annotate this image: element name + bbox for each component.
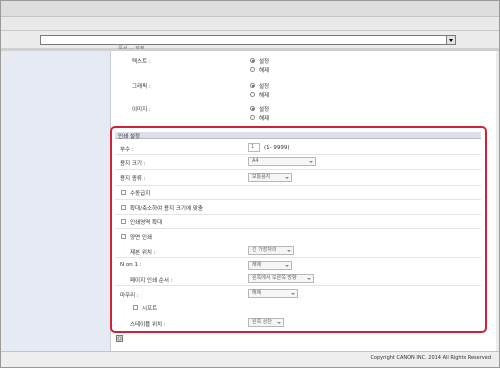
text-label: 텍스트 : <box>132 59 151 65</box>
paper-type-label: 용지 종류 : <box>120 176 146 182</box>
row-divider <box>115 257 481 258</box>
page-order-select[interactable]: 왼쪽에서 오른쪽 방향 <box>248 274 314 283</box>
enlarge-print-area-checkbox[interactable] <box>121 219 126 224</box>
graphics-off-label: 해제 <box>259 93 270 99</box>
copies-range: (1- 9999) <box>264 145 290 151</box>
paper-size-select[interactable]: A4 <box>248 157 316 166</box>
image-label: 이미지 : <box>132 107 151 113</box>
shift-label: 시프트 <box>142 306 158 312</box>
graphics-on-radio[interactable] <box>250 83 255 88</box>
section-title: 인쇄 설정 <box>118 134 140 140</box>
text-off-radio[interactable] <box>250 67 255 72</box>
text-on-radio[interactable] <box>250 58 255 63</box>
row-divider <box>115 228 481 229</box>
image-off-radio[interactable] <box>250 115 255 120</box>
binding-label: 제본 위치 : <box>130 250 156 256</box>
n-on-1-label: N on 1 : <box>120 262 142 268</box>
graphics-on-label: 설정 <box>259 84 270 90</box>
manual-feed-label: 수동급지 <box>130 191 151 197</box>
shift-checkbox[interactable] <box>133 305 138 310</box>
text-on-label: 설정 <box>259 59 270 65</box>
print-settings-section-header <box>115 132 481 139</box>
finishing-select[interactable]: 해제 <box>248 289 298 298</box>
finishing-label: 마무리 : <box>120 293 139 299</box>
manual-feed-checkbox[interactable] <box>121 190 126 195</box>
fit-to-paper-checkbox[interactable] <box>121 205 126 210</box>
image-on-label: 설정 <box>259 107 270 113</box>
paper-size-label: 용지 크기 : <box>120 161 146 167</box>
text-off-label: 해제 <box>259 68 270 74</box>
toolbar <box>1 17 499 31</box>
n-on-1-select[interactable]: 해제 <box>248 261 292 270</box>
copyright-text: Copyright CANON INC. 2014 All Rights Res… <box>370 355 491 361</box>
address-bar[interactable] <box>40 35 456 45</box>
image-off-label: 해제 <box>259 116 270 122</box>
cut-off-section-header: 문서 ··· 설정 <box>118 46 145 49</box>
image-on-radio[interactable] <box>250 106 255 111</box>
staple-label: 스테이플 위치 : <box>130 322 166 328</box>
fit-to-paper-label: 확대/축소하여 용지 크기에 맞춤 <box>130 206 203 212</box>
row-divider <box>115 199 481 200</box>
graphics-off-radio[interactable] <box>250 92 255 97</box>
title-bar <box>1 1 499 17</box>
row-divider <box>115 214 481 215</box>
binding-select[interactable]: 긴 가장자리 <box>248 246 294 255</box>
row-divider <box>115 285 481 286</box>
copies-label: 부수 : <box>120 147 134 153</box>
row-divider <box>115 185 481 186</box>
page-order-label: 페이지 인쇄 순서 : <box>130 278 173 284</box>
address-dropdown-button[interactable] <box>446 36 455 44</box>
page-top-icon[interactable] <box>116 335 123 342</box>
status-bar: Copyright CANON INC. 2014 All Rights Res… <box>1 351 499 367</box>
row-divider <box>115 154 481 155</box>
paper-type-select[interactable]: 보통용지 <box>248 173 292 182</box>
copies-input[interactable]: 1 <box>248 143 260 152</box>
graphics-label: 그래픽 : <box>132 84 151 90</box>
row-divider <box>115 169 481 170</box>
duplex-checkbox[interactable] <box>121 234 126 239</box>
duplex-label: 양면 인쇄 <box>130 235 152 241</box>
left-navigation-pane <box>4 51 111 351</box>
square-icon <box>117 336 122 341</box>
staple-select[interactable]: 왼쪽 상단 <box>248 318 284 327</box>
enlarge-print-area-label: 인쇄영역 확대 <box>130 220 163 226</box>
